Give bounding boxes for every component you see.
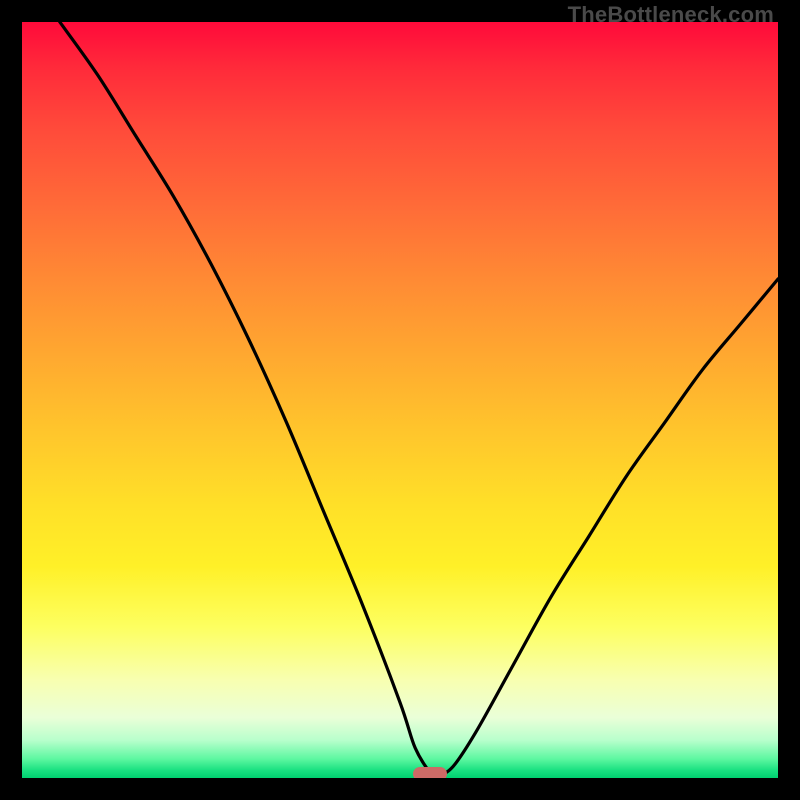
optimal-point-marker: [413, 767, 447, 778]
bottleneck-curve: [22, 22, 778, 778]
plot-area: [22, 22, 778, 778]
chart-frame: [22, 22, 778, 778]
watermark-text: TheBottleneck.com: [568, 2, 774, 28]
